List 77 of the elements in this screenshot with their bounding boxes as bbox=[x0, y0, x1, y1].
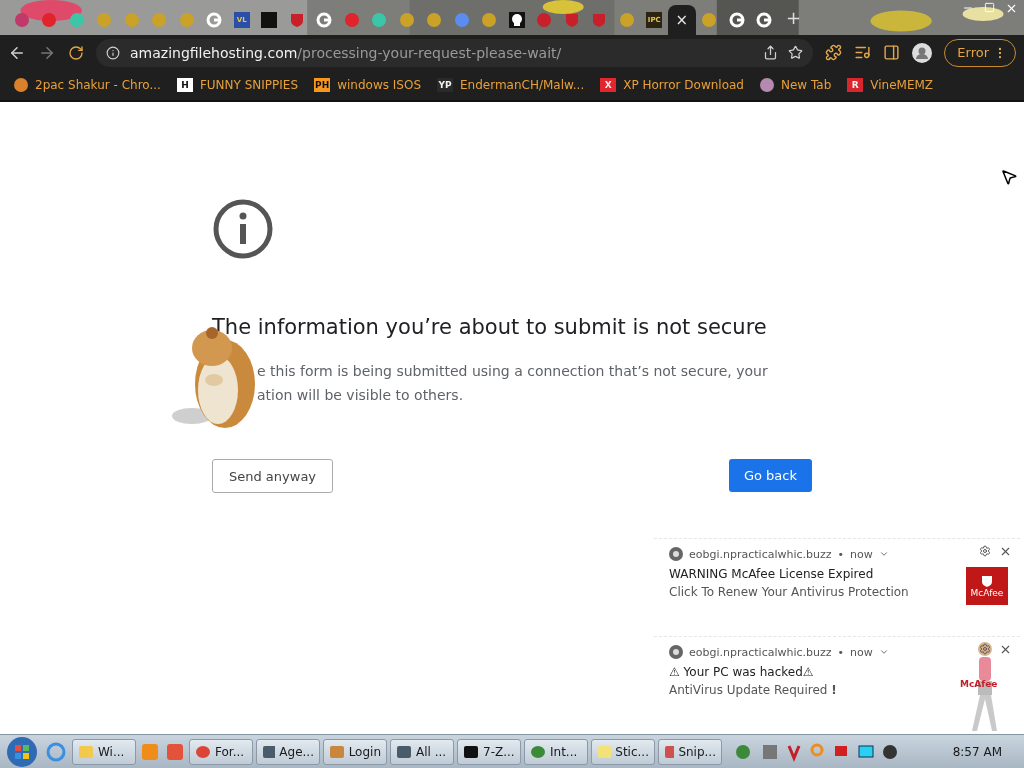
separator-dot: • bbox=[837, 645, 845, 659]
settings-icon[interactable] bbox=[979, 545, 991, 557]
globe-icon bbox=[530, 743, 546, 760]
warning-message: e this form is being submitted using a connection that’s not secure, your ation will be visible to others. bbox=[256, 362, 769, 405]
share-icon[interactable] bbox=[763, 45, 779, 60]
folder-icon bbox=[78, 743, 94, 760]
side-panel-icon[interactable] bbox=[883, 44, 901, 61]
maximize-icon[interactable] bbox=[984, 2, 995, 13]
notification-site: eobgi.npracticalwhic.buzz bbox=[689, 645, 832, 659]
bookmark-link[interactable]: New Tab bbox=[781, 78, 832, 92]
mcafee-logo: McAfee bbox=[966, 567, 1008, 605]
notification-site: eobgi.npracticalwhic.buzz bbox=[689, 547, 832, 561]
hamster-icon bbox=[329, 743, 345, 760]
notification-body: Click To Renew Your Antivirus Protection bbox=[669, 585, 909, 599]
send-anyway-button[interactable]: Send anyway bbox=[212, 459, 334, 493]
close-icon[interactable] bbox=[999, 643, 1012, 656]
taskbar-button[interactable]: Stic... bbox=[591, 738, 655, 765]
mcafee-text: McAfee bbox=[960, 679, 998, 689]
close-icon[interactable] bbox=[999, 545, 1012, 558]
chrome-icon bbox=[195, 743, 211, 760]
clock-icon bbox=[664, 743, 675, 760]
bookmark-link[interactable]: FUNNY SNIPPIES bbox=[199, 78, 299, 92]
chrome-icon bbox=[669, 645, 683, 659]
extensions-icon[interactable] bbox=[825, 44, 843, 61]
warning-title: The information you’re about to submit is not secure bbox=[212, 315, 768, 339]
taskbar-button[interactable]: 7-Z... bbox=[457, 738, 521, 765]
close-icon[interactable] bbox=[1005, 2, 1018, 15]
address-bar[interactable]: amazingfilehosting.com/processing-your-request-please-wait/ bbox=[96, 38, 814, 67]
note-icon bbox=[597, 743, 612, 760]
zip-icon bbox=[463, 743, 479, 760]
url-text: amazingfilehosting.com/processing-your-request-please-wait/ bbox=[130, 44, 563, 61]
clock: 8:57 AM bbox=[952, 744, 1002, 759]
reload-icon[interactable] bbox=[68, 44, 84, 61]
profile-avatar-icon[interactable] bbox=[912, 42, 933, 63]
taskbar-button[interactable]: All ... bbox=[390, 738, 454, 765]
chevron-down-icon[interactable] bbox=[878, 549, 889, 559]
notification-body: AntiVirus Update Required ! bbox=[669, 683, 837, 697]
bookmark-favicon: R bbox=[847, 78, 864, 92]
media-icon[interactable] bbox=[854, 44, 872, 61]
new-tab-button[interactable]: + bbox=[786, 7, 802, 28]
taskbar-button[interactable]: For... bbox=[189, 738, 253, 765]
bookmark-favicon: X bbox=[600, 78, 617, 92]
chevron-down-icon[interactable] bbox=[878, 647, 889, 657]
go-back-button[interactable]: Go back bbox=[728, 459, 812, 492]
app-icon[interactable] bbox=[164, 742, 186, 761]
chrome-icon bbox=[669, 547, 683, 561]
info-icon bbox=[106, 45, 120, 60]
taskbar-button[interactable]: Int... bbox=[524, 738, 588, 765]
bookmark-favicon: PH bbox=[314, 78, 331, 92]
taskbar-button[interactable]: Age... bbox=[256, 738, 320, 765]
bookmark-favicon: H bbox=[176, 78, 193, 92]
cursor-icon bbox=[1000, 168, 1018, 186]
bookmark-favicon bbox=[760, 78, 774, 92]
bookmark-link[interactable]: 2pac Shakur - Chro... bbox=[35, 78, 161, 92]
notification-title: ⚠ Your PC was hacked⚠ bbox=[669, 665, 815, 679]
info-icon bbox=[212, 198, 274, 260]
start-button[interactable] bbox=[4, 735, 40, 768]
window-icon bbox=[262, 743, 276, 760]
settings-icon[interactable] bbox=[979, 643, 991, 655]
bookmark-favicon: YP bbox=[437, 78, 453, 92]
separator-dot: • bbox=[837, 547, 845, 561]
close-tab-button[interactable]: × bbox=[675, 11, 689, 29]
taskbar-button[interactable]: Login bbox=[323, 738, 387, 765]
taskbar-button[interactable]: Wi... bbox=[72, 738, 136, 765]
notification-time: now bbox=[850, 645, 873, 659]
bookmark-favicon bbox=[14, 78, 28, 92]
notification-time: now bbox=[850, 547, 873, 561]
bookmark-link[interactable]: windows ISOS bbox=[337, 78, 421, 92]
bookmark-link[interactable]: EndermanCH/Malw... bbox=[460, 78, 585, 92]
bookmark-link[interactable]: XP Horror Download bbox=[623, 78, 744, 92]
bookmark-link[interactable]: VineMEMZ bbox=[870, 78, 934, 92]
bookmark-star-icon[interactable] bbox=[788, 45, 804, 60]
notification-title: WARNING McAfee License Expired bbox=[669, 567, 875, 581]
taskbar-button[interactable]: Snip... bbox=[658, 738, 722, 765]
browser-tab[interactable]: × bbox=[668, 5, 696, 35]
window-icon bbox=[396, 743, 412, 760]
notification-card[interactable]: eobgi.npracticalwhic.buzz • now ⚠ Your PC was hacked⚠ AntiVirus Update Required ! McAfee bbox=[654, 636, 1020, 734]
